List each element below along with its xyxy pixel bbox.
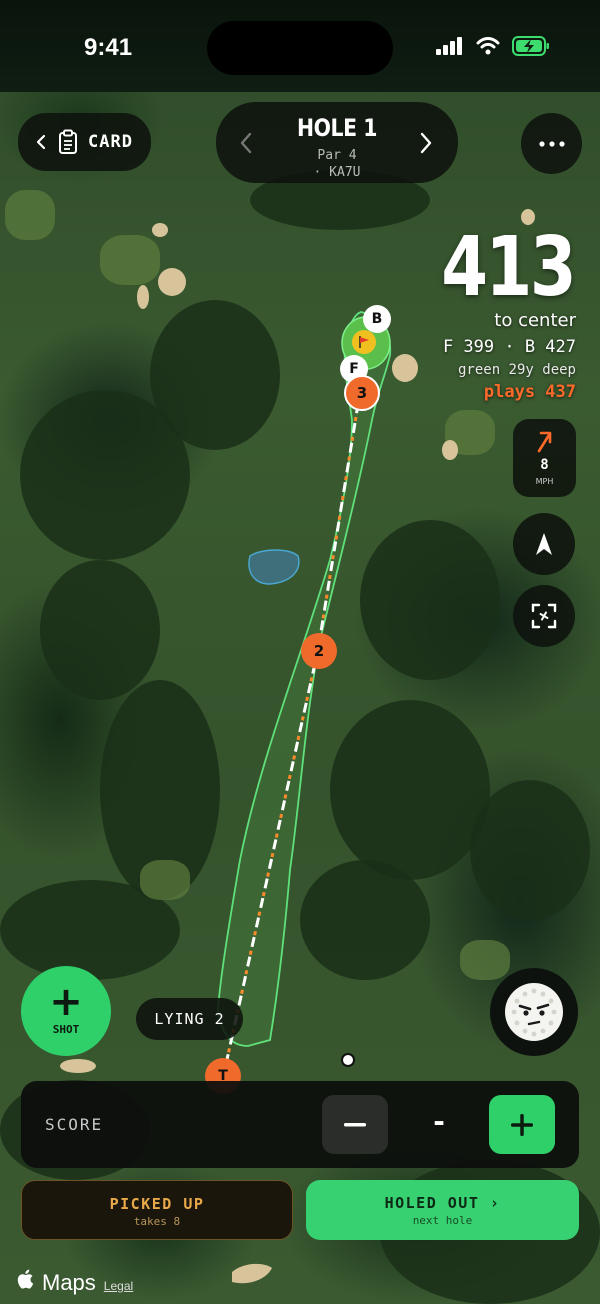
distance-label: to center <box>494 310 576 331</box>
wind-widget[interactable]: 8 MPH <box>513 419 576 497</box>
flag-icon <box>352 330 376 354</box>
add-shot-button[interactable]: + SHOT <box>21 966 111 1056</box>
hole-course-code: · KA7U <box>313 165 361 180</box>
water-hazard <box>248 549 300 585</box>
score-label: SCORE <box>45 1115 104 1134</box>
shot-label: SHOT <box>52 1023 80 1036</box>
green-depth: green 29y deep <box>457 362 576 378</box>
shot-marker-2[interactable]: 2 <box>301 633 337 669</box>
wind-arrow-icon <box>537 431 552 453</box>
status-icons <box>436 36 550 56</box>
dynamic-island <box>207 21 393 75</box>
score-value: - <box>433 1105 445 1138</box>
shot-marker-3[interactable]: 3 <box>344 375 380 411</box>
decrease-score-button[interactable] <box>322 1095 388 1154</box>
bunker <box>137 285 149 309</box>
navigation-arrow-icon <box>536 533 552 555</box>
location-dot <box>341 1053 355 1067</box>
holed-out-title: HOLED OUT › <box>384 1194 501 1212</box>
orientation-button[interactable] <box>513 513 575 575</box>
apple-logo-icon <box>17 1269 34 1289</box>
golf-ball-avatar-button[interactable] <box>490 968 578 1056</box>
clipboard-icon <box>59 129 77 154</box>
holed-out-subtitle: next hole <box>412 1214 473 1227</box>
card-label: CARD <box>88 132 133 152</box>
rangefinder-button[interactable] <box>513 585 575 647</box>
plus-icon <box>511 1113 533 1136</box>
wifi-icon <box>476 37 500 55</box>
picked-up-button[interactable]: PICKED UP takes 8 <box>21 1180 293 1240</box>
bunker <box>442 440 458 460</box>
legal-link[interactable]: Legal <box>104 1279 133 1293</box>
card-button[interactable]: CARD <box>18 113 151 171</box>
holed-out-button[interactable]: HOLED OUT › next hole <box>306 1180 579 1240</box>
chevron-left-icon <box>36 134 46 150</box>
cellular-signal-icon <box>436 37 462 55</box>
bunker <box>60 1059 96 1073</box>
plays-like-distance: plays 437 <box>483 382 576 402</box>
minus-icon <box>344 1122 366 1126</box>
status-time: 9:41 <box>84 34 133 61</box>
lying-indicator[interactable]: LYING 2 <box>136 998 243 1040</box>
next-hole-chevron-icon[interactable] <box>418 130 434 156</box>
maps-attribution: Maps Legal <box>16 1268 133 1296</box>
bunker <box>152 223 168 237</box>
golf-ball-face-icon <box>505 983 563 1041</box>
status-bar: 9:41 <box>0 0 600 92</box>
back-marker[interactable]: B <box>363 305 391 333</box>
front-back-distance: F 399 · B 427 <box>442 337 576 357</box>
wind-speed: 8 <box>540 457 549 473</box>
battery-charging-icon <box>512 36 549 56</box>
wind-unit: MPH <box>535 477 554 486</box>
picked-up-subtitle: takes 8 <box>133 1215 181 1228</box>
ellipsis-icon <box>538 140 565 147</box>
hole-title: HOLE 1 <box>296 114 378 142</box>
maps-label: Maps <box>42 1270 96 1295</box>
distance-value: 413 <box>441 220 576 315</box>
bunker <box>232 1263 272 1284</box>
score-panel: SCORE - <box>21 1081 579 1168</box>
picked-up-title: PICKED UP <box>109 1195 205 1213</box>
scan-frame-icon <box>531 603 557 629</box>
plus-icon: + <box>49 979 83 1025</box>
more-options-button[interactable] <box>521 113 582 174</box>
fairway-outline <box>217 311 392 1047</box>
hole-navigator: HOLE 1 Par 4 · KA7U <box>216 102 458 183</box>
increase-score-button[interactable] <box>489 1095 555 1154</box>
bunker <box>158 268 186 296</box>
bunker <box>392 354 418 382</box>
